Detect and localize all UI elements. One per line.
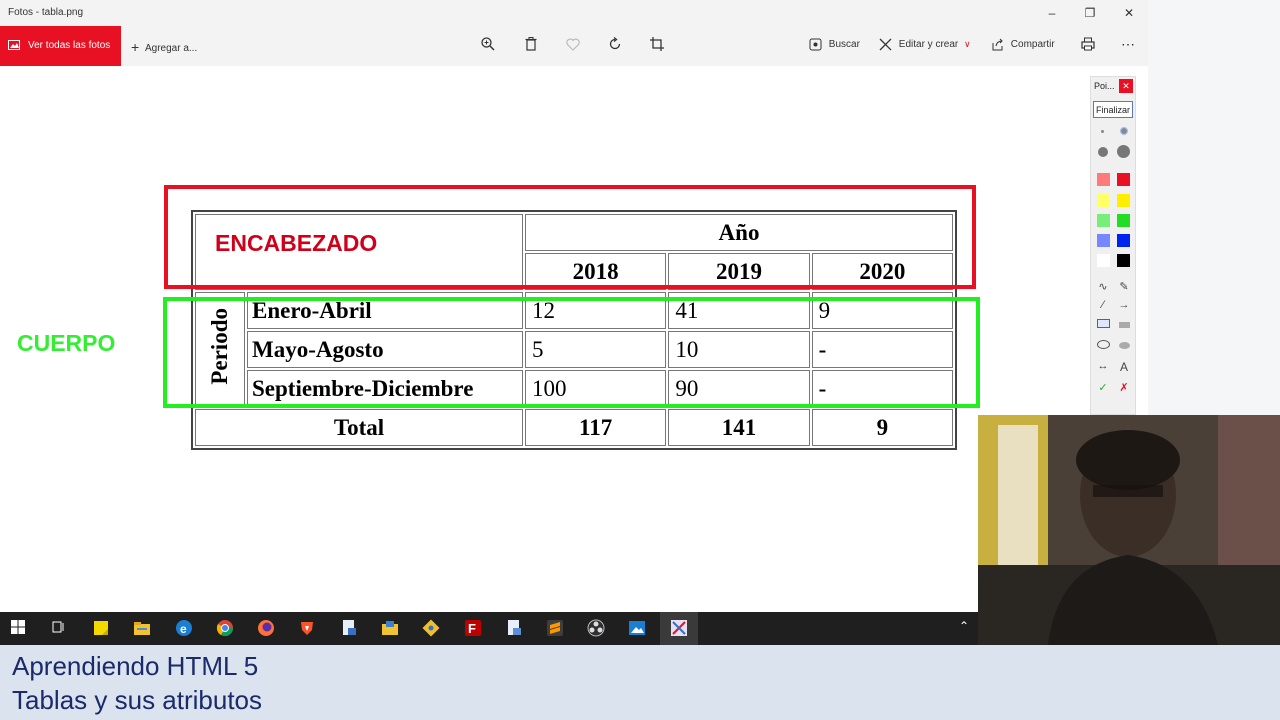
more-options-icon[interactable]: ⋯ xyxy=(1121,36,1135,53)
title-bar: Fotos - tabla.png – ❐ ✕ xyxy=(0,0,1148,26)
caption-line-1: Aprendiendo HTML 5 xyxy=(12,651,259,681)
photos-icon xyxy=(8,40,20,50)
total-cell: 141 xyxy=(668,409,810,446)
webcam-feed-image xyxy=(978,415,1280,645)
color-swatch[interactable] xyxy=(1117,234,1130,247)
edit-create-label: Editar y crear xyxy=(898,39,959,51)
restore-button[interactable]: ❐ xyxy=(1075,3,1105,23)
cross-icon[interactable]: ✗ xyxy=(1117,381,1131,394)
git-icon[interactable] xyxy=(422,619,440,637)
text-tool-icon[interactable]: A xyxy=(1117,360,1131,374)
svg-text:F: F xyxy=(468,621,476,636)
brush-size-tiny[interactable] xyxy=(1101,130,1104,133)
add-to-label: Agregar a... xyxy=(144,43,198,54)
caption-line-2: Tablas y sus atributos xyxy=(12,685,263,715)
color-swatch[interactable] xyxy=(1097,194,1110,207)
color-swatch[interactable] xyxy=(1117,173,1130,186)
video-caption-bar: Aprendiendo HTML 5 Tablas y sus atributo… xyxy=(0,645,1280,720)
color-swatch[interactable] xyxy=(1097,254,1110,267)
finish-button[interactable]: Finalizar xyxy=(1093,101,1133,118)
share-button[interactable]: Compartir xyxy=(991,38,1055,51)
color-swatch[interactable] xyxy=(1097,173,1110,186)
share-label: Compartir xyxy=(1010,39,1055,51)
print-icon[interactable] xyxy=(1080,36,1098,54)
color-swatch[interactable] xyxy=(1117,254,1130,267)
sticky-notes-icon[interactable] xyxy=(92,619,110,637)
palette-close-icon[interactable]: ✕ xyxy=(1119,79,1133,93)
brave-browser-icon[interactable] xyxy=(298,619,316,637)
color-swatch[interactable] xyxy=(1097,234,1110,247)
search-label: Buscar xyxy=(828,39,860,51)
edit-create-button[interactable]: Editar y crear ∨ xyxy=(879,38,971,51)
paint-pointer-app-icon[interactable] xyxy=(670,619,688,637)
color-swatch[interactable] xyxy=(1097,214,1110,227)
share-icon xyxy=(992,38,1003,51)
filled-rectangle-icon[interactable] xyxy=(1117,319,1131,331)
brush-size-small[interactable] xyxy=(1120,127,1128,135)
brush-size-medium[interactable] xyxy=(1098,147,1108,157)
windows-taskbar: e F ⌃ xyxy=(0,612,978,645)
document-app-icon[interactable] xyxy=(340,619,358,637)
header-annotation-label: ENCABEZADO xyxy=(215,230,378,256)
sublime-text-icon[interactable] xyxy=(546,619,564,637)
network-folder-icon[interactable] xyxy=(381,619,399,637)
total-row: Total 117 141 9 xyxy=(195,409,953,446)
ellipse-icon[interactable] xyxy=(1096,340,1110,352)
filled-ellipse-icon[interactable] xyxy=(1117,340,1131,352)
task-view-icon[interactable] xyxy=(50,619,68,637)
close-button[interactable]: ✕ xyxy=(1114,3,1144,23)
filezilla-icon[interactable]: F xyxy=(464,619,482,637)
add-to-button[interactable]: + Agregar a... xyxy=(131,38,198,55)
document-viewer-icon[interactable] xyxy=(505,619,523,637)
double-arrow-icon[interactable]: ↔ xyxy=(1096,360,1110,372)
edit-icon xyxy=(879,38,892,51)
palette-title: Poi... xyxy=(1094,81,1115,91)
zoom-icon[interactable] xyxy=(480,36,498,54)
pointer-tool-palette: Poi... ✕ Finalizar ∿ ✎ ∕ → ↔ A ✓ ✗ xyxy=(1090,76,1136,415)
window-title: Fotos - tabla.png xyxy=(8,7,84,18)
rotate-icon[interactable] xyxy=(607,36,625,54)
plus-icon: + xyxy=(131,39,140,55)
crop-icon[interactable] xyxy=(649,36,667,54)
viewer-right-margin xyxy=(1148,0,1280,415)
total-cell: 9 xyxy=(811,409,953,446)
freehand-icon[interactable]: ∿ xyxy=(1096,280,1110,293)
favorite-heart-icon[interactable] xyxy=(565,36,583,54)
svg-text:e: e xyxy=(180,622,187,636)
arrow-icon[interactable]: → xyxy=(1117,299,1131,311)
obs-studio-icon[interactable] xyxy=(587,619,605,637)
webcam-overlay xyxy=(978,415,1280,645)
file-explorer-icon[interactable] xyxy=(133,619,151,637)
check-icon[interactable]: ✓ xyxy=(1096,381,1110,394)
windows-start-icon[interactable] xyxy=(10,619,28,637)
edge-browser-icon[interactable]: e xyxy=(175,619,193,637)
brush-size-large[interactable] xyxy=(1117,145,1130,158)
rectangle-icon[interactable] xyxy=(1096,319,1110,331)
chrome-browser-icon[interactable] xyxy=(216,619,234,637)
chevron-up-icon[interactable]: ⌃ xyxy=(955,619,973,637)
chevron-down-icon: ∨ xyxy=(964,39,971,50)
body-annotation-label: CUERPO xyxy=(17,330,116,356)
view-all-photos-label: Ver todas las fotos xyxy=(28,40,111,51)
color-swatch[interactable] xyxy=(1117,194,1130,207)
view-all-photos-button[interactable]: Ver todas las fotos xyxy=(0,26,121,66)
total-cell: 117 xyxy=(525,409,667,446)
lens-icon xyxy=(809,38,822,51)
minimize-button[interactable]: – xyxy=(1037,3,1067,23)
eraser-icon[interactable]: ✎ xyxy=(1117,280,1131,293)
photos-app-icon[interactable] xyxy=(628,619,646,637)
search-button[interactable]: Buscar xyxy=(809,38,860,51)
color-swatch[interactable] xyxy=(1117,214,1130,227)
photos-toolbar: Ver todas las fotos + Agregar a... Busca… xyxy=(0,26,1148,66)
line-icon[interactable]: ∕ xyxy=(1096,299,1110,311)
total-label: Total xyxy=(195,409,523,446)
delete-icon[interactable] xyxy=(523,36,541,54)
body-highlight-box xyxy=(163,297,980,408)
firefox-browser-icon[interactable] xyxy=(257,619,275,637)
